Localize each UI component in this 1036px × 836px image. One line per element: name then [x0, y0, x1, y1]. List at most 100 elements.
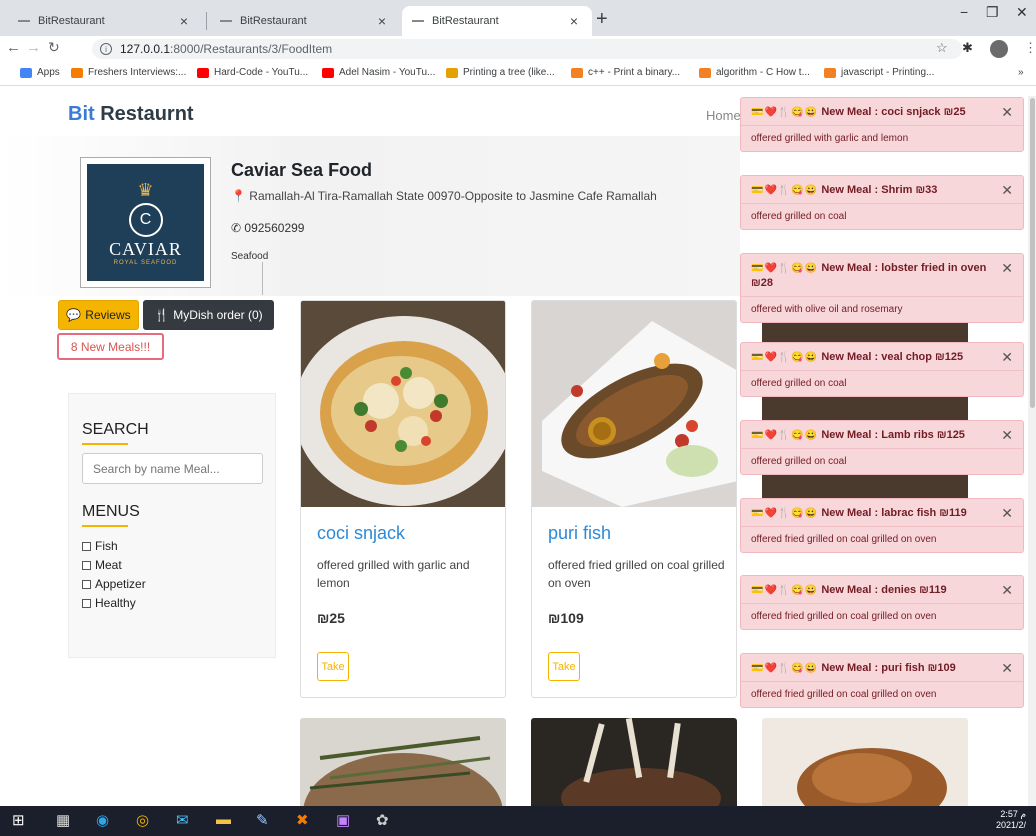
menus-heading: MENUS [82, 503, 140, 520]
meal-title[interactable]: coci snjack [317, 523, 405, 544]
brand-name: Restaurnt [94, 103, 194, 125]
nav-home-link[interactable]: Home [706, 108, 741, 123]
menu-label: Healthy [95, 596, 136, 610]
meal-photo-chop [762, 718, 968, 808]
youtube-icon [197, 67, 209, 78]
yum-face-icon: 😋 [791, 663, 804, 674]
menu-filter-healthy[interactable]: Healthy [82, 596, 136, 610]
toast-close-icon[interactable]: ✕ [1001, 105, 1013, 120]
checkbox[interactable] [82, 560, 91, 570]
utensils-icon: 🍴 [777, 185, 791, 196]
tab-close-icon[interactable]: × [374, 13, 390, 29]
utensils-icon: 🍴 [777, 508, 791, 519]
site-info-icon[interactable]: i [100, 43, 112, 55]
toast-body: offered grilled on coal [741, 448, 1023, 474]
heart-icon: ❤️ [764, 430, 777, 441]
restore-icon[interactable]: ❐ [986, 4, 999, 21]
checkbox[interactable] [82, 598, 91, 608]
bookmark-star-icon[interactable]: ☆ [936, 40, 948, 56]
bookmark-item[interactable]: Hard-Code - YouTu... [197, 67, 308, 78]
browser-tab[interactable]: BitRestaurant × [210, 6, 400, 36]
toast-close-icon[interactable]: ✕ [1001, 428, 1013, 443]
bookmark-label: algorithm - C How t... [716, 67, 810, 78]
heading-underline [82, 525, 128, 527]
meal-title[interactable]: puri fish [548, 523, 611, 544]
take-button[interactable]: Take [548, 652, 580, 681]
windows-taskbar [0, 806, 1036, 836]
bookmark-item[interactable]: c++ - Print a binary... [571, 67, 680, 78]
heart-icon: ❤️ [764, 263, 777, 274]
scrollbar-thumb[interactable] [1030, 98, 1035, 408]
clock-date: 2021/2/ [996, 820, 1027, 830]
forward-arrow-icon[interactable]: → [26, 39, 41, 56]
bookmark-apps[interactable]: Apps [20, 67, 60, 78]
tab-label: BitRestaurant [240, 15, 307, 27]
address-bar[interactable]: i 127.0.0.1:8000/Restaurants/3/FoodItem [92, 39, 962, 59]
stackoverflow-icon [824, 67, 836, 78]
checkbox[interactable] [82, 541, 91, 551]
chrome-icon[interactable]: ◎ [136, 811, 149, 829]
bookmark-item[interactable]: javascript - Printing... [824, 67, 934, 78]
browser-tab[interactable]: BitRestaurant × [8, 6, 202, 36]
toast-body: offered with olive oil and rosemary [741, 296, 1023, 322]
browser-menu-icon[interactable]: ⋮ [1024, 40, 1036, 56]
new-meal-toast: 💳❤️🍴😋😀 New Meal : labrac fish ₪119 ✕ offe… [740, 498, 1024, 553]
yum-face-icon: 😋 [791, 585, 804, 596]
pen-app-icon[interactable]: ✎ [256, 811, 269, 829]
reviews-button[interactable]: 💬 Reviews [58, 300, 139, 330]
profile-avatar[interactable] [990, 40, 1008, 58]
toast-title: New Meal : Shrim ₪33 [821, 184, 938, 196]
tab-close-icon[interactable]: × [566, 13, 582, 29]
back-arrow-icon[interactable]: ← [6, 39, 21, 56]
toast-close-icon[interactable]: ✕ [1001, 350, 1013, 365]
reload-icon[interactable]: ↻ [48, 39, 60, 56]
checkbox[interactable] [82, 579, 91, 589]
menu-filter-fish[interactable]: Fish [82, 539, 118, 553]
menu-label: Fish [95, 539, 118, 553]
menu-filter-appetizer[interactable]: Appetizer [82, 577, 146, 591]
bookmark-item[interactable]: Printing a tree (like... [446, 67, 555, 78]
toast-close-icon[interactable]: ✕ [1001, 183, 1013, 198]
bookmark-label: Apps [37, 67, 60, 78]
mail-icon[interactable]: ✉ [176, 811, 189, 829]
edge-icon[interactable]: ◉ [96, 811, 109, 829]
browser-tab-active[interactable]: BitRestaurant × [402, 6, 592, 36]
toast-close-icon[interactable]: ✕ [1001, 661, 1013, 676]
close-window-icon[interactable]: ✕ [1016, 4, 1028, 21]
more-bookmarks[interactable]: » [1018, 67, 1024, 78]
xampp-icon[interactable]: ✖ [296, 811, 309, 829]
yum-face-icon: 😋 [791, 352, 804, 363]
site-logo[interactable]: Bit Restaurnt [68, 103, 194, 126]
app-icon[interactable]: ✿ [376, 811, 389, 829]
restaurant-phone: ✆ 092560299 [231, 221, 304, 235]
take-button[interactable]: Take [317, 652, 349, 681]
new-tab-plus-icon[interactable]: + [596, 8, 608, 31]
file-explorer-icon[interactable]: ▬ [216, 811, 231, 828]
bookmark-item[interactable]: algorithm - C How t... [699, 67, 810, 78]
meal-photo-herbs [300, 718, 506, 808]
toast-close-icon[interactable]: ✕ [1001, 261, 1013, 276]
bookmark-item[interactable]: Freshers Interviews:... [71, 67, 186, 78]
divider [262, 262, 263, 295]
toast-close-icon[interactable]: ✕ [1001, 583, 1013, 598]
toast-body: offered grilled on coal [741, 203, 1023, 229]
meal-photo-coci-snjack [301, 301, 505, 507]
mydish-order-button[interactable]: 🍴 MyDish order (0) [143, 300, 274, 330]
menu-filter-meat[interactable]: Meat [82, 558, 122, 572]
toast-close-icon[interactable]: ✕ [1001, 506, 1013, 521]
new-meals-badge[interactable]: 8 New Meals!!! [57, 333, 164, 360]
tab-favicon-icon [412, 20, 424, 22]
search-input[interactable] [82, 453, 263, 484]
tab-close-icon[interactable]: × [176, 13, 192, 29]
taskbar-clock[interactable]: 2:57 م 2021/2/ [996, 809, 1026, 831]
extension-puzzle-icon[interactable]: ✱ [962, 40, 973, 56]
store-icon[interactable]: ▦ [56, 811, 70, 829]
bookmark-item[interactable]: Adel Nasim - YouTu... [322, 67, 435, 78]
minimize-icon[interactable]: − [960, 4, 968, 20]
restaurant-logo: ♛ C CAVIAR ROYAL SEAFOOD [80, 157, 211, 288]
windows-start-icon[interactable]: ⊞ [12, 811, 25, 829]
comment-icon: 💬 [66, 308, 82, 322]
new-meal-toast: 💳❤️🍴😋😀 New Meal : denies ₪119 ✕ offered f… [740, 575, 1024, 630]
phpstorm-icon[interactable]: ▣ [336, 811, 350, 829]
smile-face-icon: 😀 [804, 430, 818, 441]
